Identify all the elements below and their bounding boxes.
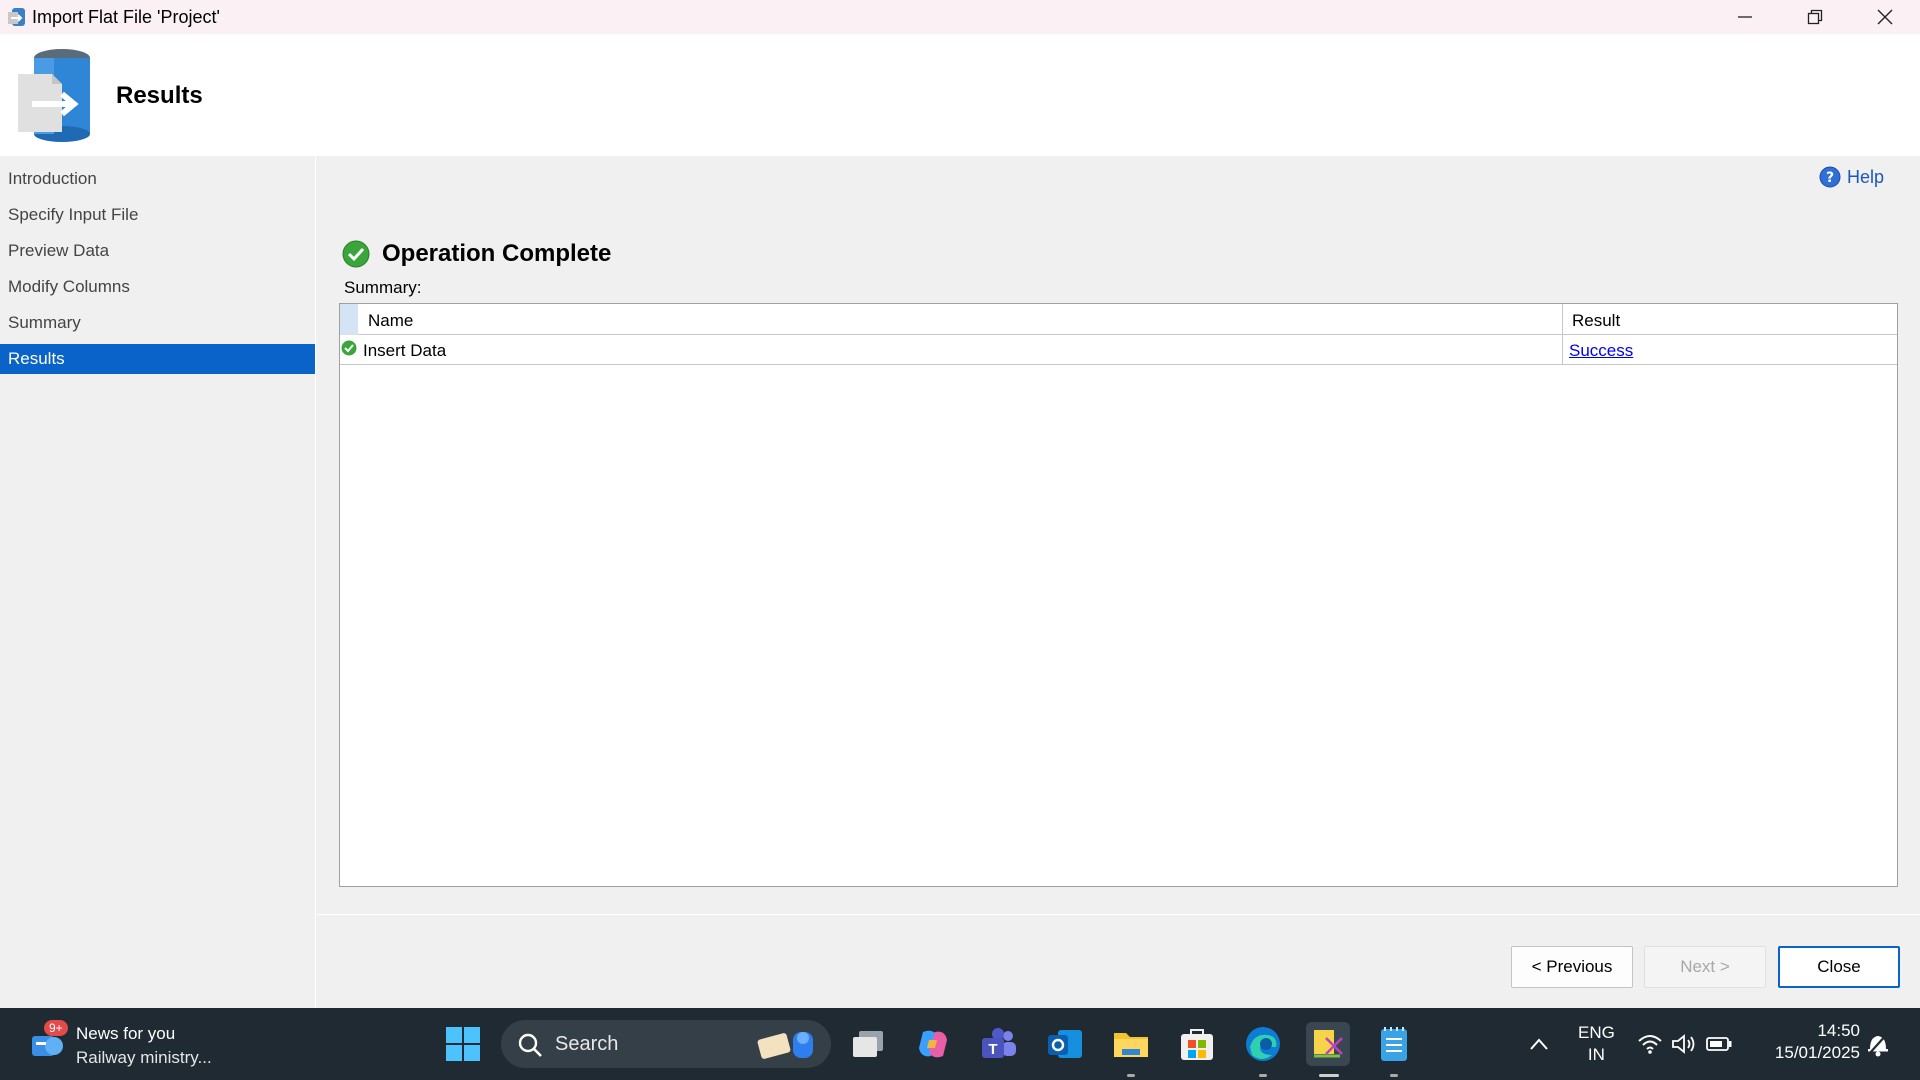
taskbar-ssms[interactable] (1306, 1022, 1350, 1066)
sidebar-item-modify-columns[interactable]: Modify Columns (0, 272, 315, 302)
title-bar: Import Flat File 'Project' (0, 0, 1920, 34)
help-link[interactable]: ? Help (1819, 166, 1884, 188)
close-icon (1877, 9, 1893, 25)
sidebar-item-introduction[interactable]: Introduction (0, 164, 315, 194)
help-icon: ? (1819, 166, 1841, 188)
notepad-icon (1381, 1027, 1407, 1061)
sql-server-management-studio-icon (1314, 1030, 1343, 1058)
restore-icon (1807, 9, 1823, 25)
language-indicator[interactable]: ENG IN (1578, 1022, 1615, 1066)
sidebar-item-results[interactable]: Results (0, 344, 315, 374)
footer-divider (318, 914, 1920, 915)
taskbar-search[interactable]: Search (501, 1020, 831, 1068)
import-flat-file-icon (14, 48, 96, 142)
minimize-button[interactable] (1710, 0, 1780, 34)
notepad-running-indicator (1390, 1074, 1398, 1077)
search-label: Search (555, 1032, 619, 1055)
page-title: Results (116, 82, 203, 109)
success-check-icon (342, 240, 370, 268)
notification-bell-icon (1868, 1033, 1888, 1057)
results-table: Name Result Insert Data Success (339, 303, 1898, 887)
windows-start-icon (446, 1027, 480, 1061)
sidebar-item-summary[interactable]: Summary (0, 308, 315, 338)
taskbar-copilot[interactable] (911, 1022, 955, 1066)
chevron-up-icon (1530, 1038, 1548, 1050)
table-header: Name Result (340, 304, 1897, 335)
battery-icon (1706, 1037, 1732, 1051)
quick-settings-button[interactable] (1630, 1022, 1740, 1066)
row-name-cell: Insert Data (363, 341, 447, 360)
news-subtitle: Railway ministry... (76, 1048, 212, 1067)
operation-title: Operation Complete (382, 240, 612, 267)
wizard-steps-sidebar: Introduction Specify Input File Preview … (0, 156, 316, 1008)
taskbar-task-view[interactable] (846, 1022, 890, 1066)
clock-date: 15/01/2025 (1774, 1043, 1860, 1062)
import-app-icon (8, 7, 26, 27)
column-header-result[interactable]: Result (1572, 311, 1620, 331)
column-header-name[interactable]: Name (368, 311, 413, 331)
task-view-icon (853, 1031, 883, 1057)
next-button[interactable]: Next > (1644, 946, 1766, 988)
folder-icon (1114, 1033, 1148, 1057)
clock-time: 14:50 (1817, 1021, 1860, 1040)
svg-text:T: T (988, 1041, 997, 1058)
window-title: Import Flat File 'Project' (32, 6, 220, 27)
ssms-active-indicator (1319, 1074, 1339, 1077)
notifications-button[interactable] (1858, 1022, 1898, 1066)
teams-icon: T (982, 1028, 1016, 1058)
outlook-icon (1048, 1030, 1082, 1058)
start-button[interactable] (441, 1022, 485, 1066)
minimize-icon (1738, 16, 1752, 18)
taskbar-file-explorer[interactable] (1109, 1022, 1153, 1066)
wifi-icon (1638, 1035, 1662, 1054)
language-region: IN (1587, 1045, 1605, 1064)
explorer-running-indicator (1127, 1074, 1135, 1077)
help-label: Help (1846, 166, 1884, 187)
taskbar-teams[interactable]: T (977, 1022, 1021, 1066)
search-highlight-icon (757, 1032, 813, 1059)
previous-button[interactable]: < Previous (1511, 946, 1633, 988)
main-panel: ? Help Operation Complete Summary: Name … (318, 156, 1920, 1008)
close-window-button[interactable] (1850, 0, 1920, 34)
news-badge: 9+ (44, 1020, 68, 1036)
taskbar-notepad[interactable] (1372, 1022, 1416, 1066)
operation-status: Operation Complete (342, 240, 611, 268)
system-clock[interactable]: 14:50 15/01/2025 (1760, 1020, 1860, 1064)
edge-running-indicator (1259, 1074, 1267, 1077)
language-code: ENG (1578, 1023, 1615, 1042)
taskbar: 9+ News for you Railway ministry... Sear… (0, 1008, 1920, 1080)
news-widget[interactable]: 9+ News for you Railway ministry... (28, 1018, 248, 1070)
news-title: News for you (76, 1024, 176, 1043)
taskbar-edge[interactable] (1241, 1022, 1285, 1066)
microsoft-store-icon (1181, 1029, 1213, 1060)
show-hidden-icons-button[interactable] (1517, 1022, 1561, 1066)
svg-text:?: ? (1826, 170, 1834, 186)
volume-icon (1672, 1034, 1695, 1054)
row-success-icon (341, 340, 357, 356)
sidebar-item-specify-input-file[interactable]: Specify Input File (0, 200, 315, 230)
edge-browser-icon (1246, 1027, 1280, 1061)
taskbar-outlook[interactable] (1043, 1022, 1087, 1066)
taskbar-store[interactable] (1175, 1022, 1219, 1066)
restore-button[interactable] (1780, 0, 1850, 34)
copilot-icon (919, 1030, 947, 1058)
sidebar-item-preview-data[interactable]: Preview Data (0, 236, 315, 266)
row-result-link[interactable]: Success (1569, 341, 1633, 361)
summary-label: Summary: (344, 278, 422, 297)
table-row: Insert Data Success (340, 335, 1897, 365)
close-button[interactable]: Close (1778, 946, 1900, 988)
wizard-header: Results (0, 34, 1920, 156)
row-header-corner (340, 304, 358, 335)
search-icon (518, 1033, 542, 1057)
